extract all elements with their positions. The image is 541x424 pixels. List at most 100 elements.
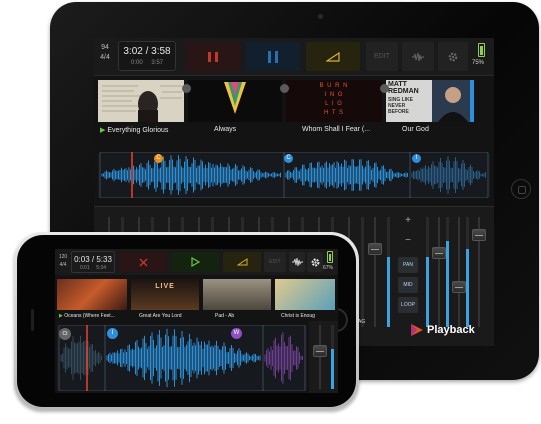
level-meter (466, 217, 469, 327)
album-title-line: REDMAN (388, 88, 419, 95)
album-title-line: L I G (325, 101, 343, 107)
tablet-home-button (511, 179, 531, 199)
stop-icon (208, 51, 218, 62)
elapsed-total-time: 3:02 / 3:58 (123, 46, 171, 57)
phone-mixer (309, 321, 338, 393)
battery-percent: 75% (472, 60, 485, 66)
stop-button[interactable] (186, 42, 240, 71)
battery-percent: 67% (323, 265, 334, 271)
level-meter (361, 217, 364, 327)
link-icon[interactable] (182, 84, 191, 93)
track-label-2[interactable]: Always (214, 126, 236, 133)
cue-marker[interactable]: W (231, 328, 242, 339)
album-title-line: BEFORE (388, 109, 409, 115)
cue-marker[interactable]: I (107, 328, 118, 339)
album-title-line: MATT (388, 81, 407, 88)
cue-marker[interactable]: Ct (59, 328, 71, 340)
track-tile-2[interactable]: LIVE (131, 279, 199, 310)
mid-button[interactable]: MID (398, 277, 418, 293)
track-tile-3[interactable]: B U R N I N G L I G H T S (286, 80, 382, 122)
waveform-icon (291, 258, 303, 266)
time-sub-left: 0:01 (80, 265, 90, 271)
phone-speaker (31, 309, 34, 331)
track-label-4[interactable]: Christ is Enoug (281, 313, 335, 319)
play-indicator-icon: ▶ (100, 127, 106, 134)
elapsed-total-time: 0:03 / 5:33 (74, 255, 112, 264)
track-label-1[interactable]: ▶ Everything Glorious (100, 126, 168, 134)
tablet-top-bar: 94 4/4 3:02 / 3:58 0:00 3:57 EDIT 75% (94, 38, 494, 76)
track-tile-4[interactable]: MATT REDMAN SING LIKE NEVER BEFORE (386, 80, 474, 122)
track-tile-2[interactable] (188, 80, 282, 122)
fade-icon (326, 51, 340, 62)
channel-fader[interactable] (311, 325, 329, 389)
channel-fader[interactable] (366, 217, 384, 327)
pan-button[interactable]: PAN (398, 257, 418, 273)
fade-button[interactable] (306, 42, 360, 71)
phone-bezel: 120 4/4 0:03 / 5:33 0:01 5:34 EDIT 67% L… (17, 235, 356, 407)
waveform-view-button[interactable] (402, 42, 434, 71)
playback-logo: Playback (410, 323, 475, 337)
cue-marker[interactable]: C (154, 154, 163, 163)
album-title: LIVE (155, 283, 175, 290)
battery-icon (327, 251, 333, 263)
track-tile-1[interactable] (98, 80, 184, 122)
loop-button[interactable]: LOOP (398, 297, 418, 313)
track-label-3[interactable]: Pad - Ab (215, 313, 271, 319)
link-icon[interactable] (280, 84, 289, 93)
phone-top-bar: 120 4/4 0:03 / 5:33 0:01 5:34 EDIT 67% (55, 249, 338, 275)
album-title-line: I N G (324, 92, 344, 98)
edit-label: EDIT (269, 259, 281, 265)
track-label-1[interactable]: ▶ Oceans (Where Feet... (59, 313, 131, 319)
track-tile-1[interactable] (57, 279, 127, 310)
track-title: Everything Glorious (107, 127, 169, 134)
pause-button[interactable] (246, 42, 300, 71)
track-label-3[interactable]: Whom Shall I Fear (... (302, 126, 370, 133)
fade-icon (236, 258, 247, 266)
play-button[interactable] (171, 252, 219, 272)
playback-logo-icon (411, 324, 423, 336)
waveform-icon (412, 52, 424, 61)
edit-button[interactable]: EDIT (366, 42, 398, 71)
stop-button[interactable] (119, 252, 167, 272)
tempo-display[interactable]: 94 4/4 (98, 43, 112, 63)
time-sub-right: 3:57 (151, 60, 163, 66)
album-art-1 (102, 85, 182, 122)
master-fader[interactable] (470, 217, 488, 327)
track-tile-4[interactable] (275, 279, 335, 310)
track-label-2[interactable]: Great Are You Lord (139, 313, 203, 319)
time-signature: 4/4 (100, 54, 110, 61)
pause-icon (268, 50, 278, 63)
album-art-2 (224, 82, 246, 114)
album-title-line: B U R N (319, 83, 349, 89)
album-art-4 (432, 80, 474, 122)
track-label-4[interactable]: Our God (402, 126, 429, 133)
level-meter (446, 217, 449, 327)
bpm-value: 94 (101, 44, 109, 51)
brand-name: Playback (427, 324, 475, 336)
edit-button[interactable]: EDIT (264, 252, 286, 272)
track-tile-3[interactable] (203, 279, 271, 310)
settings-button[interactable] (438, 42, 468, 71)
volume-down-button[interactable]: − (398, 235, 418, 246)
time-sub-left: 0:00 (131, 60, 143, 66)
waveform-view-button[interactable] (289, 252, 305, 272)
channel-label: AG (358, 319, 366, 325)
cancel-icon (139, 258, 147, 266)
tempo-display[interactable]: 120 4/4 (57, 253, 69, 269)
play-indicator-icon: ▶ (59, 313, 63, 319)
cue-marker[interactable]: I (412, 154, 421, 163)
album-title-line: H T S (323, 110, 345, 116)
phone-waveform[interactable] (57, 325, 307, 391)
tablet-camera (318, 14, 323, 19)
time-display: 3:02 / 3:58 0:00 3:57 (118, 41, 176, 71)
level-meter (426, 217, 429, 327)
cue-marker[interactable]: C (284, 154, 293, 163)
bpm-value: 120 (58, 254, 68, 260)
time-display: 0:03 / 5:33 0:01 5:34 (71, 251, 115, 273)
link-icon[interactable] (380, 84, 389, 93)
fade-button[interactable] (223, 252, 261, 272)
settings-button[interactable] (307, 252, 323, 272)
play-icon (190, 257, 200, 267)
gear-icon (448, 52, 458, 61)
volume-up-button[interactable]: + (398, 215, 418, 226)
